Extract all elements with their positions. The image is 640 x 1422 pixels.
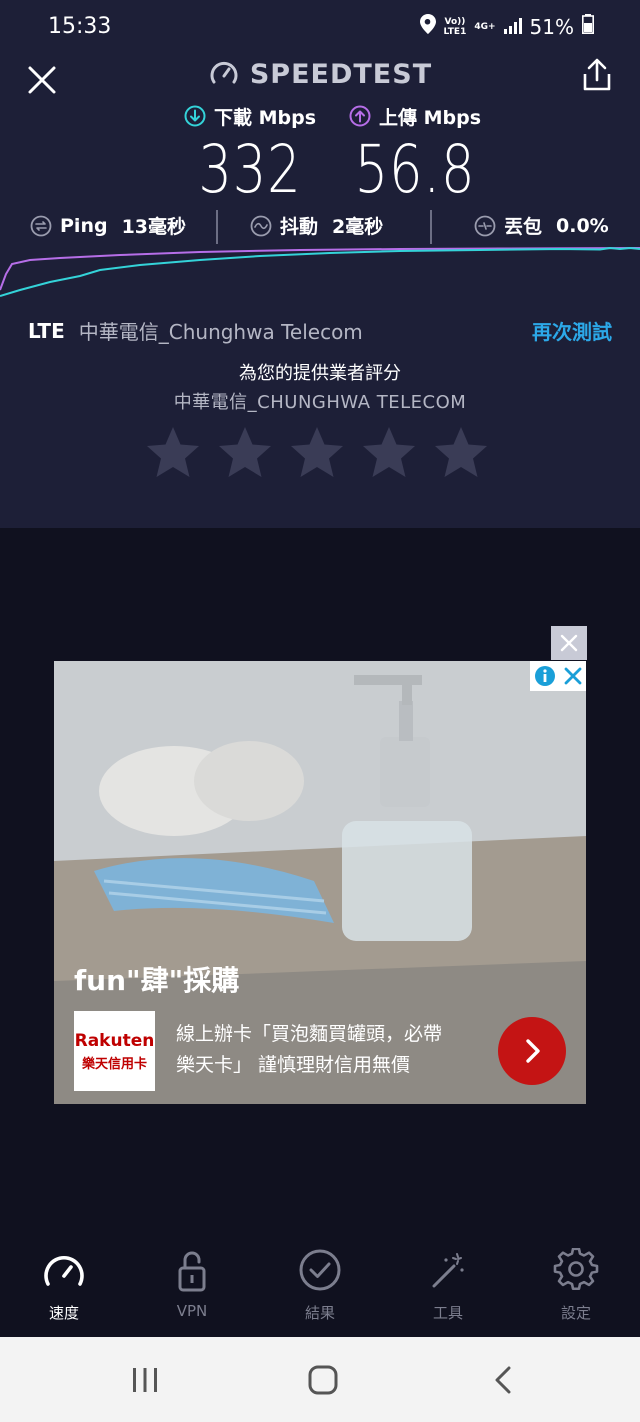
ad-badges: [530, 661, 586, 691]
packet-loss-value: 0.0%: [556, 214, 609, 237]
status-time: 15:33: [48, 14, 112, 39]
star-icon[interactable]: [216, 424, 274, 482]
connection-row: LTE 中華電信_Chunghwa Telecom 再次測試: [28, 316, 618, 345]
ping-label: Ping: [60, 214, 108, 237]
ad-dismiss-button[interactable]: [551, 626, 587, 660]
ping-metric: Ping 13毫秒: [30, 212, 186, 239]
share-button[interactable]: [576, 56, 618, 96]
jitter-label: 抖動: [280, 216, 319, 238]
ad-cta-button[interactable]: [498, 1017, 566, 1085]
packet-loss-icon: [474, 215, 496, 236]
home-button[interactable]: [307, 1365, 339, 1399]
ad-body-line: 樂天卡」 謹慎理財信用無價: [176, 1054, 411, 1076]
chevron-right-icon: [526, 1039, 540, 1063]
volte-indicator: Vo)) LTE1: [443, 16, 467, 37]
magic-wand-icon: [432, 1253, 464, 1288]
ad-banner[interactable]: fun"肆"採購 Rakuten 樂天信用卡 線上辦卡「買泡麵買罐頭，必帶 樂天…: [54, 661, 586, 1104]
jitter-icon: [250, 215, 272, 236]
system-navigation-bar: [0, 1337, 640, 1422]
back-button[interactable]: [490, 1365, 516, 1399]
bottom-navigation: 速度 VPN 結果 工具 設定: [0, 1238, 640, 1336]
nav-item-results[interactable]: 結果: [270, 1248, 370, 1323]
speedometer-logo-icon: [210, 61, 238, 84]
speed-graph: [0, 246, 640, 297]
ad-logo: Rakuten 樂天信用卡: [74, 1011, 155, 1091]
network-type-indicator: 4G+: [474, 21, 496, 32]
jitter-value: 2毫秒: [332, 216, 384, 238]
download-value: 332: [198, 131, 302, 208]
nav-item-settings[interactable]: 設定: [526, 1248, 626, 1323]
ad-body-text: 線上辦卡「買泡麵買罐頭，必帶 樂天卡」 謹慎理財信用無價: [176, 1019, 486, 1081]
battery-icon: [582, 14, 594, 39]
location-icon: [419, 14, 436, 39]
ad-body-line: 線上辦卡「買泡麵買罐頭，必帶: [176, 1023, 443, 1045]
recent-apps-icon: [133, 1368, 157, 1392]
home-icon: [308, 1365, 338, 1395]
ad-logo-brand: Rakuten: [74, 1030, 155, 1051]
gear-icon: [553, 1248, 599, 1290]
rating-provider: 中華電信_CHUNGHWA TELECOM: [173, 392, 467, 413]
star-icon[interactable]: [288, 424, 346, 482]
upload-result: 上傳 Mbps 56.8: [320, 102, 510, 210]
nav-label: 工具: [432, 1304, 463, 1322]
nav-item-vpn[interactable]: VPN: [142, 1248, 242, 1320]
speed-gauge-icon: [44, 1256, 84, 1286]
app-title: SPEEDTEST: [249, 58, 433, 90]
close-icon: [560, 634, 578, 652]
network-type: LTE: [28, 318, 65, 343]
ping-icon: [30, 215, 52, 236]
status-icons: Vo)) LTE1 4G+ 51%: [419, 14, 594, 39]
nav-item-tools[interactable]: 工具: [398, 1248, 498, 1323]
recent-apps-button[interactable]: [130, 1365, 160, 1399]
ad-headline: fun"肆"採購: [74, 964, 240, 997]
ping-value: 13毫秒: [121, 216, 187, 238]
star-icon[interactable]: [432, 424, 490, 482]
share-icon: [583, 58, 611, 91]
ad-logo-subtitle: 樂天信用卡: [81, 1056, 147, 1072]
back-icon: [495, 1366, 511, 1394]
info-icon[interactable]: [534, 665, 556, 687]
nav-label: 設定: [560, 1304, 591, 1322]
packet-loss-label: 丟包: [504, 216, 543, 238]
close-icon[interactable]: [563, 666, 583, 686]
star-rating: [144, 424, 490, 482]
download-arrow-icon: [184, 105, 206, 127]
nav-label: VPN: [176, 1302, 208, 1320]
download-label: 下載 Mbps: [213, 106, 317, 129]
metric-divider: [430, 210, 432, 244]
battery-percent: 51%: [529, 14, 574, 39]
app-header: SPEEDTEST: [0, 58, 640, 90]
signal-icon: [503, 15, 522, 39]
nav-label: 速度: [48, 1304, 79, 1322]
rating-prompt: 為您的提供業者評分: [239, 363, 401, 384]
jitter-metric: 抖動 2毫秒: [250, 212, 383, 239]
carrier-name: 中華電信_Chunghwa Telecom: [78, 320, 363, 344]
packet-loss-metric: 丟包 0.0%: [474, 212, 609, 239]
retest-button[interactable]: 再次測試: [532, 316, 612, 345]
upload-label: 上傳 Mbps: [378, 106, 482, 129]
metric-divider: [216, 210, 218, 244]
upload-arrow-icon: [349, 105, 371, 127]
star-icon[interactable]: [144, 424, 202, 482]
nav-label: 結果: [304, 1304, 335, 1322]
check-circle-icon: [299, 1249, 341, 1291]
lock-icon: [178, 1251, 206, 1292]
nav-item-speed[interactable]: 速度: [14, 1248, 114, 1323]
upload-value: 56.8: [354, 131, 476, 208]
download-result: 下載 Mbps 332: [155, 102, 345, 210]
star-icon[interactable]: [360, 424, 418, 482]
